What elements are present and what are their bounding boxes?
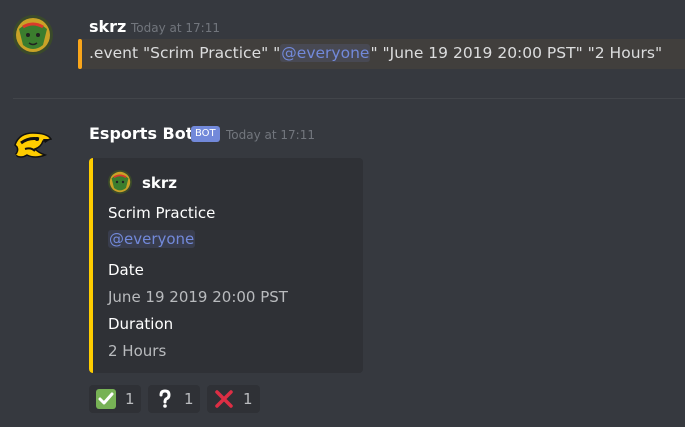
check-mark-icon	[95, 388, 117, 410]
reaction-count: 1	[184, 390, 194, 408]
field-name-date: Date	[108, 261, 144, 279]
embed-accent-bar	[89, 158, 93, 373]
embed-author-avatar	[108, 170, 132, 194]
field-value-date: June 19 2019 20:00 PST	[108, 288, 288, 306]
reaction-question[interactable]: 1	[148, 385, 200, 413]
cross-mark-icon	[213, 388, 235, 410]
question-mark-icon	[154, 388, 176, 410]
user-avatar-skrz[interactable]	[13, 15, 53, 55]
message-esports-bot: Esports Bot BOT Today at 17:11 skrz Scri…	[0, 110, 685, 427]
reaction-count: 1	[243, 390, 253, 408]
reaction-count: 1	[125, 390, 135, 408]
content-text-prefix: .event "Scrim Practice" "	[89, 44, 281, 62]
reaction-check[interactable]: 1	[89, 385, 141, 413]
event-embed: skrz Scrim Practice @everyone Date June …	[89, 158, 363, 373]
message-skrz: skrz Today at 17:11 .event "Scrim Practi…	[0, 0, 685, 75]
embed-author-name[interactable]: skrz	[142, 174, 177, 192]
mention-highlight-bar	[78, 39, 82, 69]
username-esports-bot[interactable]: Esports Bot	[89, 124, 193, 143]
embed-mention-everyone[interactable]: @everyone	[108, 230, 196, 248]
message-divider	[13, 98, 685, 99]
message-timestamp: Today at 17:11	[226, 128, 315, 142]
mention-everyone[interactable]: @everyone	[280, 44, 371, 62]
username-skrz[interactable]: skrz	[89, 17, 126, 36]
content-text-suffix: " "June 19 2019 20:00 PST" "2 Hours"	[370, 44, 663, 62]
bot-avatar-hawkeye[interactable]	[13, 125, 53, 165]
field-value-duration: 2 Hours	[108, 342, 167, 360]
message-content: .event "Scrim Practice" "@everyone" "Jun…	[89, 44, 662, 62]
field-name-duration: Duration	[108, 315, 174, 333]
message-timestamp: Today at 17:11	[131, 21, 220, 35]
bot-tag: BOT	[191, 126, 220, 142]
reaction-cross[interactable]: 1	[207, 385, 260, 413]
embed-title: Scrim Practice	[108, 204, 216, 222]
